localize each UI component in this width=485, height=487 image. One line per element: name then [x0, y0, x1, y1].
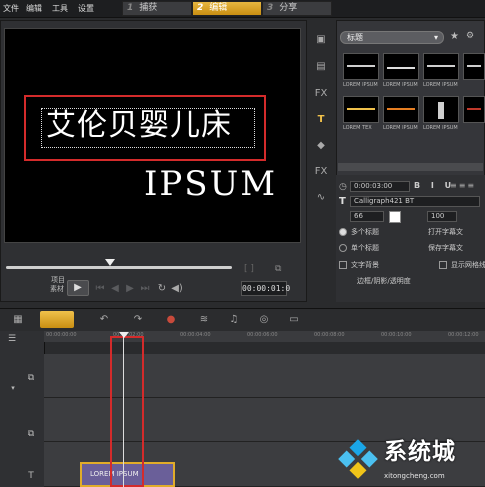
add-favorite-icon[interactable]: ★ — [450, 31, 459, 42]
options-icon[interactable]: ⚙ — [466, 31, 474, 41]
timeline-view-button[interactable] — [40, 311, 74, 328]
end-icon[interactable]: ⏭ — [138, 283, 152, 295]
title-thumb-7[interactable] — [423, 96, 459, 123]
step-share[interactable]: 3 分享 — [262, 1, 332, 16]
redo-icon[interactable]: ↷ — [130, 313, 146, 327]
playhead-line[interactable] — [123, 333, 124, 487]
audio-mixer-icon[interactable]: ≋ — [196, 313, 212, 327]
font-size-field[interactable]: 66 — [350, 211, 384, 222]
menu-edit[interactable]: 编辑 — [26, 3, 42, 14]
single-title-radio[interactable]: 单个标题 — [339, 244, 379, 253]
thumb-label: LOREM IPSUM — [423, 82, 458, 88]
timecode-field[interactable]: 00:00:01:0 — [241, 281, 290, 296]
multi-title-radio[interactable]: 多个标题 — [339, 228, 379, 237]
volume-icon[interactable]: ◀) — [170, 283, 184, 295]
title-thumb-8[interactable] — [463, 96, 485, 123]
menu-tools[interactable]: 工具 — [52, 3, 68, 14]
repeat-icon[interactable]: ↻ — [155, 283, 169, 295]
thumb-label: LOREM TEX — [343, 125, 372, 131]
thumb-label: LOREM IPSUM — [383, 125, 418, 131]
title-text-ipsum[interactable]: IPSUM — [144, 166, 277, 202]
fx-icon[interactable]: FX — [313, 165, 329, 178]
thumb-label: LOREM IPSUM — [383, 82, 418, 88]
library-scroll-bar[interactable] — [338, 163, 483, 171]
watermark-url: xitongcheng.com — [384, 472, 445, 480]
title-icon[interactable]: T — [313, 113, 329, 126]
step-capture[interactable]: 1 捕获 — [122, 1, 192, 16]
expand-icon[interactable]: ⧉ — [275, 264, 281, 274]
font-icon: T — [339, 196, 346, 207]
playhead-highlight-box — [110, 336, 144, 487]
play-button[interactable]: ▶ — [67, 280, 89, 296]
radio-on — [339, 228, 347, 236]
category-dropdown[interactable]: 标题 ▾ — [340, 31, 444, 44]
title-thumb-2[interactable] — [383, 53, 419, 80]
playhead-marker[interactable] — [119, 332, 129, 338]
ruler-tick: 00:00:04:00 — [180, 332, 211, 338]
menu-file[interactable]: 文件 — [3, 3, 19, 14]
record-icon[interactable]: ● — [163, 313, 179, 327]
track-headers — [0, 331, 45, 487]
transition-icon[interactable]: ▤ — [313, 60, 329, 73]
open-preset-button[interactable]: 打开字幕文 — [428, 228, 463, 237]
auto-music-icon[interactable]: ♫ — [226, 313, 242, 327]
ruler-tick: 00:00:00:00 — [46, 332, 77, 338]
step-edit[interactable]: 2 编辑 — [192, 1, 262, 16]
save-preset-button[interactable]: 保存字幕文 — [428, 244, 463, 253]
text-style-buttons[interactable]: B I U — [414, 181, 455, 190]
track-list-icon[interactable]: ☰ — [5, 333, 19, 345]
line-spacing-field[interactable]: 100 — [427, 211, 457, 222]
overlay-track-icon[interactable]: ⧉ — [24, 428, 38, 440]
title-thumb-3[interactable] — [423, 53, 459, 80]
color-swatch[interactable] — [389, 211, 401, 223]
border-shadow-button[interactable]: 边框/阴影/透明度 — [357, 277, 411, 286]
scrub-handle[interactable] — [105, 259, 115, 266]
title-text-chinese[interactable]: 艾伦贝婴儿床 — [46, 106, 232, 146]
show-grid-checkbox[interactable]: 显示网格线 — [439, 261, 485, 270]
thumb-label: LOREM IPSUM — [423, 125, 458, 131]
ruler-tick: 00:00:06:00 — [247, 332, 278, 338]
watermark-logo — [338, 439, 378, 479]
path-icon[interactable]: ∿ — [313, 191, 329, 204]
title-thumb-1[interactable] — [343, 53, 379, 80]
prev-frame-icon[interactable]: ◀ — [108, 283, 122, 295]
trim-markers[interactable]: [ ] — [244, 264, 254, 274]
duration-field[interactable]: 0:00:03:00 — [350, 181, 410, 192]
undo-icon[interactable]: ↶ — [96, 313, 112, 327]
subtitle-icon[interactable]: ▭ — [286, 313, 302, 327]
title-thumb-5[interactable] — [343, 96, 379, 123]
title-track-icon[interactable]: T — [24, 470, 38, 482]
ruler-tick: 00:00:08:00 — [314, 332, 345, 338]
media-icon[interactable]: ▣ — [313, 33, 329, 46]
text-bg-checkbox[interactable]: 文字背景 — [339, 261, 379, 270]
scrub-bar[interactable] — [6, 266, 232, 269]
menu-settings[interactable]: 设置 — [78, 3, 94, 14]
watermark-name: 系统城 — [384, 439, 456, 465]
checkbox — [339, 261, 347, 269]
title-thumb-4[interactable] — [463, 53, 485, 80]
title-thumb-6[interactable] — [383, 96, 419, 123]
home-icon[interactable]: ⏮ — [93, 283, 107, 295]
mode-clip-label: 素材 — [50, 285, 64, 293]
graphic-icon[interactable]: ◆ — [313, 139, 329, 152]
track-toggle-icon[interactable]: ▾ — [6, 382, 20, 394]
filter-icon[interactable]: FX — [313, 87, 329, 100]
ruler-tick: 00:00:12:00 — [448, 332, 479, 338]
mode-project-label: 项目 — [51, 276, 65, 284]
thumb-label: LOREM IPSUM — [343, 82, 378, 88]
align-buttons[interactable]: ≡≡≡ — [450, 181, 476, 190]
font-field[interactable]: Calligraph421 BT — [350, 196, 480, 207]
storyboard-view-icon[interactable]: ▦ — [10, 313, 26, 327]
clock-icon: ◷ — [339, 182, 347, 192]
radio-off — [339, 244, 347, 252]
next-frame-icon[interactable]: ▶ — [123, 283, 137, 295]
motion-icon[interactable]: ◎ — [256, 313, 272, 327]
mode-switch[interactable]: 项目 素材 — [50, 276, 65, 294]
video-track-icon[interactable]: ⧉ — [24, 372, 38, 384]
chevron-down-icon: ▾ — [433, 33, 438, 42]
ruler-tick: 00:00:10:00 — [381, 332, 412, 338]
checkbox — [439, 261, 447, 269]
